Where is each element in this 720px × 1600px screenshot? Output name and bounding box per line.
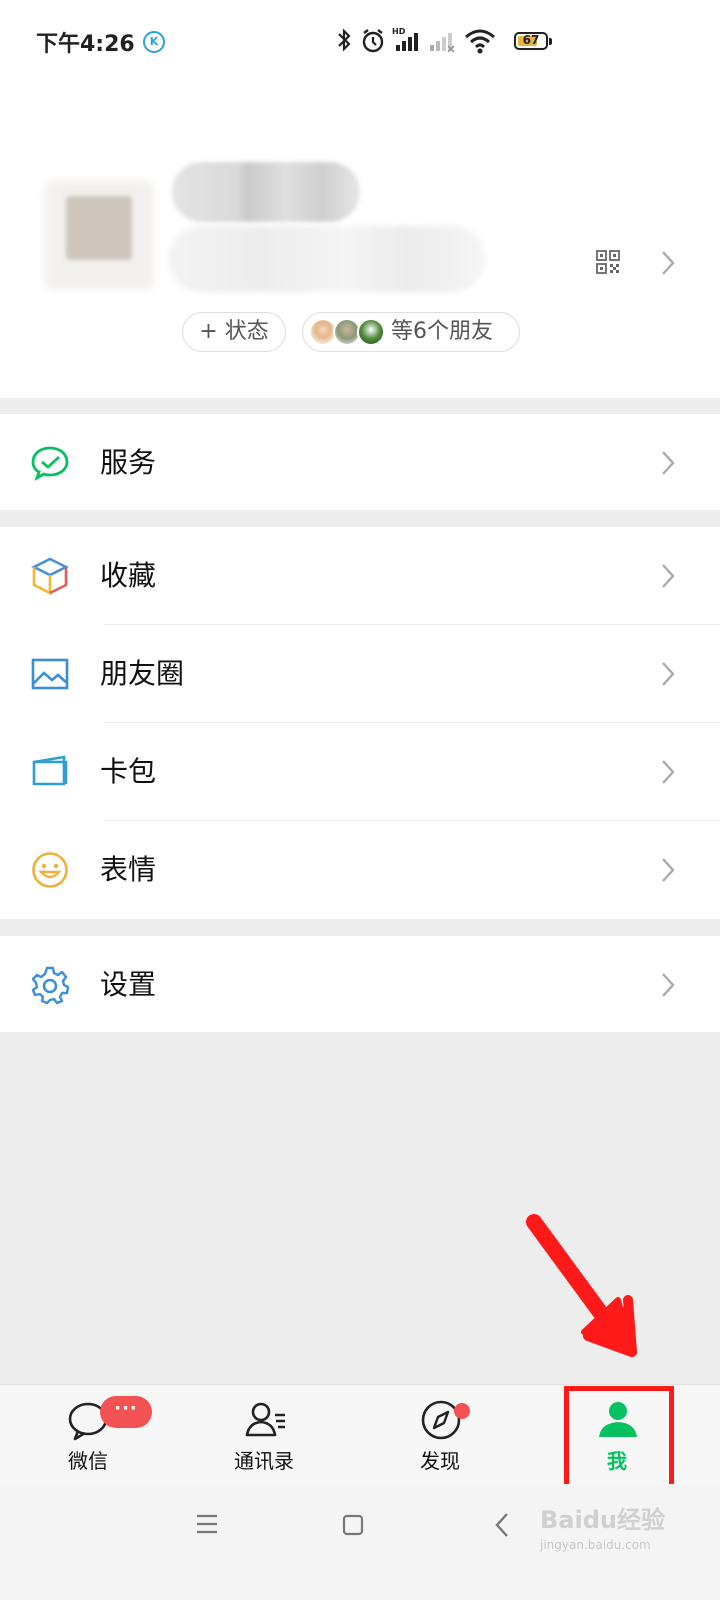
unread-badge: ··· xyxy=(100,1396,152,1428)
back-icon[interactable] xyxy=(494,1512,510,1538)
tab-contacts[interactable]: 通讯录 xyxy=(204,1385,324,1485)
tab-label: 通讯录 xyxy=(234,1449,294,1473)
home-icon[interactable] xyxy=(342,1514,364,1536)
tab-label: 发现 xyxy=(420,1449,460,1473)
red-arrow-annotation xyxy=(526,1214,637,1357)
menu-icon[interactable] xyxy=(196,1514,218,1534)
watermark-url: jingyan.baidu.com xyxy=(540,1538,651,1552)
watermark-logo: Baidu经验 xyxy=(540,1506,665,1534)
contacts-icon xyxy=(245,1402,285,1437)
notification-dot xyxy=(454,1403,470,1419)
tab-discover[interactable]: 发现 xyxy=(380,1385,500,1485)
tab-label: 微信 xyxy=(68,1449,108,1473)
system-navigation-bar: Baidu经验 jingyan.baidu.com xyxy=(0,1484,720,1600)
highlight-box-annotation xyxy=(564,1386,674,1490)
